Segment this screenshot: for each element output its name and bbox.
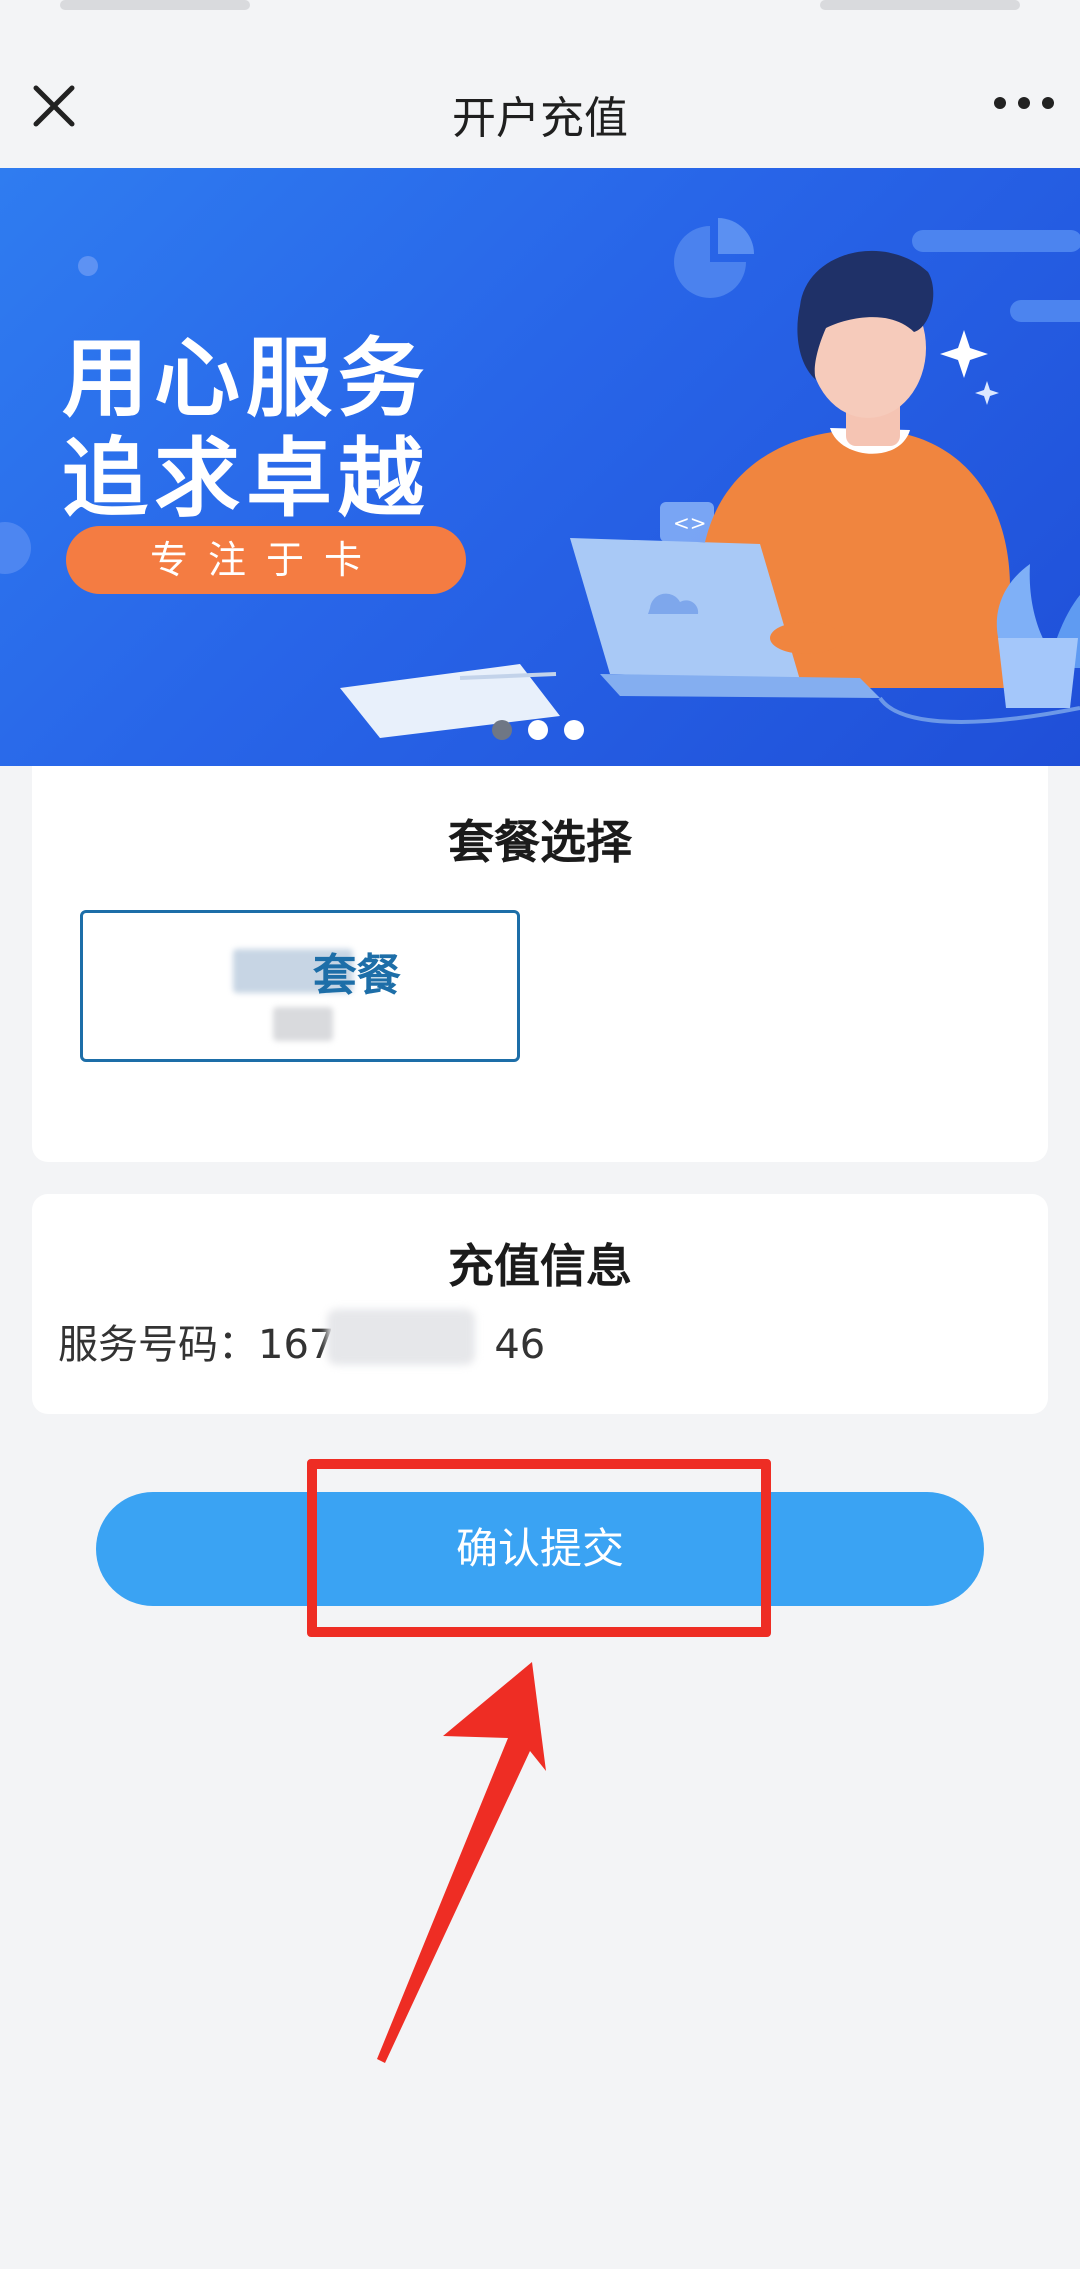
carousel-dot[interactable] <box>528 720 548 740</box>
nav-bar: 开户充值 <box>0 18 1080 168</box>
status-time-blur <box>60 0 250 10</box>
service-number-label: 服务号码： <box>58 1322 258 1368</box>
recharge-info-card: 充值信息 服务号码：167 46 <box>32 1194 1048 1414</box>
banner-headline-2: 追求卓越 <box>62 429 430 529</box>
banner-tag: 专注于卡 <box>66 526 466 594</box>
package-option-label: 套餐 <box>312 950 401 1001</box>
page-title: 开户充值 <box>452 93 628 144</box>
recharge-section-title: 充值信息 <box>448 1239 632 1293</box>
package-option[interactable]: xxxx套餐 <box>80 910 520 1062</box>
promo-banner[interactable]: <> 用心服务 追求卓越 专注于卡 <box>0 168 1080 766</box>
svg-text:<>: <> <box>673 511 707 535</box>
status-icons-blur <box>820 0 1020 10</box>
service-number-blur <box>327 1309 475 1365</box>
carousel-dot[interactable] <box>492 720 512 740</box>
more-icon[interactable] <box>994 88 1054 118</box>
service-number-suffix: 46 <box>494 1322 546 1368</box>
package-section-title: 套餐选择 <box>448 815 632 869</box>
service-number-prefix: 167 <box>258 1322 335 1368</box>
package-price-blur <box>273 1007 333 1041</box>
package-card: 套餐选择 xxxx套餐 <box>32 766 1048 1162</box>
carousel-indicators <box>492 720 584 740</box>
highlight-box <box>307 1459 771 1637</box>
status-bar <box>0 0 1080 18</box>
carousel-dot[interactable] <box>564 720 584 740</box>
